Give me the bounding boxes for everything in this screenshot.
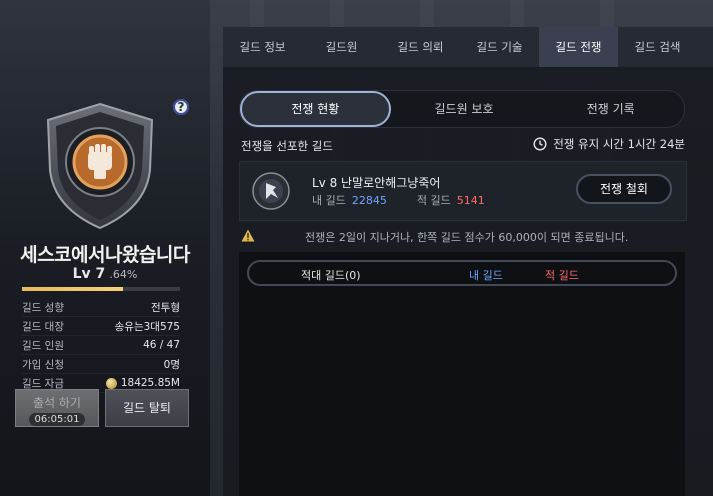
tab-guild-search[interactable]: 길드 검색 <box>618 27 697 67</box>
warning-icon <box>241 229 255 242</box>
leave-guild-button[interactable]: 길드 탈퇴 <box>105 389 189 427</box>
hostile-guild-list: 적대 길드(0) 내 길드 적 길드 <box>239 252 685 496</box>
clock-icon <box>533 137 547 151</box>
my-guild-score: 22845 <box>351 194 387 207</box>
subtab-war-status[interactable]: 전쟁 현황 <box>240 91 391 127</box>
info-value: 전투형 <box>151 301 180 314</box>
info-value: 46 / 47 <box>143 339 180 351</box>
war-duration-text: 전쟁 유지 시간 1시간 24분 <box>553 137 685 151</box>
enemy-guild-emblem-icon <box>252 172 290 210</box>
info-row-applications: 가입 신청 0명 <box>22 355 180 374</box>
info-value: 0명 <box>163 358 180 371</box>
enemy-guild-label: 적 길드 <box>416 194 451 207</box>
guild-info-table: 길드 성향 전투형 길드 대장 송유는3대575 길드 인원 46 / 47 가… <box>22 298 180 393</box>
header-enemy-guild: 적 길드 <box>545 269 579 282</box>
info-row-members: 길드 인원 46 / 47 <box>22 336 180 355</box>
guild-exp-bar-fill <box>22 287 124 291</box>
guild-name: 세스코에서나왔습니다 <box>20 244 190 266</box>
hostile-guild-list-header: 적대 길드(0) 내 길드 적 길드 <box>247 260 677 286</box>
guild-emblem-shield-icon <box>46 102 154 230</box>
coin-icon <box>105 377 117 389</box>
subtab-war-history[interactable]: 전쟁 기록 <box>537 91 684 127</box>
header-hostile-guilds: 적대 길드(0) <box>301 269 361 282</box>
subtab-member-protection[interactable]: 길드원 보호 <box>391 91 538 127</box>
war-opponent-card: Lv 8 난말로안해그냥죽어 내 길드 22845 적 길드 5141 전쟁 철회 <box>239 161 687 221</box>
tab-guild-requests[interactable]: 길드 의뢰 <box>381 27 460 67</box>
main-tabbar: 길드 정보 길드원 길드 의뢰 길드 기술 길드 전쟁 길드 검색 <box>223 27 713 67</box>
guild-level-value: Lv 7 <box>72 266 106 282</box>
war-declared-label: 전쟁을 선포한 길드 <box>241 139 333 153</box>
tab-guild-war[interactable]: 길드 전쟁 <box>539 27 618 67</box>
info-key: 길드 대장 <box>22 320 64 333</box>
guild-war-panel: 길드 정보 길드원 길드 의뢰 길드 기술 길드 전쟁 길드 검색 전쟁 현황 … <box>223 27 713 496</box>
tab-guild-info[interactable]: 길드 정보 <box>223 27 302 67</box>
attend-button[interactable]: 출석 하기 06:05:01 <box>15 389 99 427</box>
info-key: 가입 신청 <box>22 358 64 371</box>
attend-button-label: 출석 하기 <box>33 396 81 410</box>
help-icon[interactable]: ? <box>173 99 189 115</box>
info-key: 길드 인원 <box>22 339 64 352</box>
guild-level: Lv 7 .64% <box>0 266 210 282</box>
info-value-funds: 18425.85M <box>105 377 180 389</box>
war-subtabs: 전쟁 현황 길드원 보호 전쟁 기록 <box>239 90 685 128</box>
cancel-war-button[interactable]: 전쟁 철회 <box>576 174 672 204</box>
war-duration: 전쟁 유지 시간 1시간 24분 <box>533 136 685 152</box>
war-scores: 내 길드 22845 적 길드 5141 <box>312 192 485 208</box>
info-value: 송유는3대575 <box>114 320 180 333</box>
info-row-tendency: 길드 성향 전투형 <box>22 298 180 317</box>
info-key: 길드 성향 <box>22 301 64 314</box>
enemy-guild-title: Lv 8 난말로안해그냥죽어 <box>312 176 441 190</box>
guild-exp-percent: .64% <box>109 268 138 281</box>
funds-amount: 18425.85M <box>120 377 180 389</box>
header-my-guild: 내 길드 <box>469 269 503 282</box>
tab-guild-skills[interactable]: 길드 기술 <box>460 27 539 67</box>
enemy-guild-score: 5141 <box>456 194 485 207</box>
info-row-leader: 길드 대장 송유는3대575 <box>22 317 180 336</box>
guild-info-panel: ? 세스코에서나왔습니다 Lv 7 .64% 길드 성향 전투형 길드 대장 송… <box>0 0 210 496</box>
war-notice-text: 전쟁은 2일이 지나거나, 한쪽 길드 점수가 60,000이 되면 종료됩니다… <box>305 231 629 244</box>
guild-exp-bar <box>22 287 180 291</box>
attend-timer: 06:05:01 <box>28 413 86 426</box>
my-guild-label: 내 길드 <box>312 194 346 207</box>
tab-guild-members[interactable]: 길드원 <box>302 27 381 67</box>
